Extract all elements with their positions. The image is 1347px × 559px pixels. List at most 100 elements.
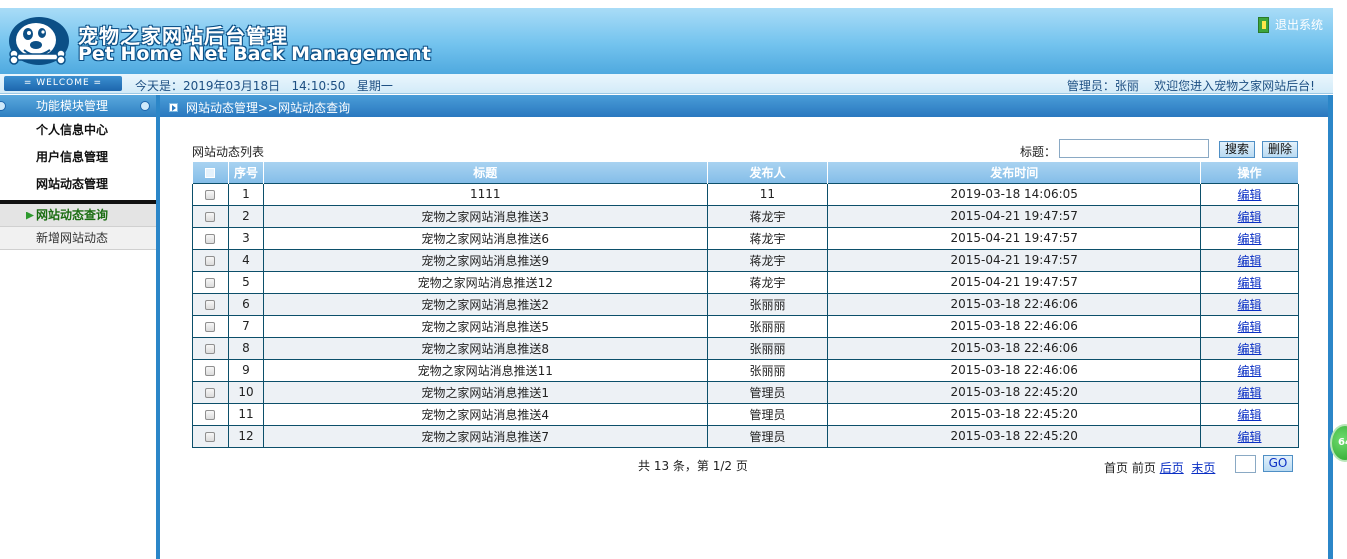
table-row: 5 宠物之家网站消息推送12 蒋龙宇 2015-04-21 19:47:57 编… <box>192 270 1299 294</box>
sidebar-item-personal-info[interactable]: 个人信息中心 <box>0 117 158 144</box>
logout-button[interactable]: 退出系统 <box>1257 16 1323 33</box>
cell-publisher: 蒋龙宇 <box>706 204 829 228</box>
title-filter-label: 标题： <box>1020 145 1057 159</box>
edit-link[interactable]: 编辑 <box>1238 254 1262 268</box>
cell-title: 宠物之家网站消息推送4 <box>262 402 708 426</box>
cell-time: 2015-03-18 22:46:06 <box>827 336 1202 360</box>
row-select-cell[interactable] <box>192 182 229 206</box>
row-checkbox[interactable] <box>205 189 216 200</box>
cell-time: 2015-04-21 19:47:57 <box>827 204 1202 228</box>
row-select-cell[interactable] <box>192 402 229 426</box>
select-all-checkbox[interactable] <box>205 167 216 178</box>
cell-time: 2015-04-21 19:47:57 <box>827 270 1202 294</box>
edit-link[interactable]: 编辑 <box>1238 210 1262 224</box>
delete-button[interactable]: 删除 <box>1262 141 1298 158</box>
prev-page-label: 前页 <box>1131 461 1156 475</box>
row-checkbox[interactable] <box>205 321 216 332</box>
edit-link[interactable]: 编辑 <box>1238 298 1262 312</box>
cell-time: 2015-04-21 19:47:57 <box>827 226 1202 250</box>
sidebar: 功能模块管理 个人信息中心 用户信息管理 网站动态管理 网站动态查询 新增网站动… <box>0 95 158 559</box>
edit-link[interactable]: 编辑 <box>1238 386 1262 400</box>
cell-time: 2015-03-18 22:45:20 <box>827 380 1202 404</box>
app-subtitle: Pet Home Net Back Management <box>78 43 431 65</box>
first-page-label: 首页 <box>1104 461 1129 475</box>
cell-action: 编辑 <box>1200 248 1299 272</box>
cell-title: 宠物之家网站消息推送5 <box>262 314 708 338</box>
page-scrollbar[interactable] <box>1333 0 1347 559</box>
select-all-header[interactable] <box>192 162 229 183</box>
cell-action: 编辑 <box>1200 380 1299 404</box>
cell-publisher: 张丽丽 <box>706 336 829 360</box>
sidebar-subitem-label: 网站动态查询 <box>36 208 109 222</box>
left-dot-icon <box>0 101 6 111</box>
row-checkbox[interactable] <box>205 299 216 310</box>
row-select-cell[interactable] <box>192 270 229 294</box>
edit-link[interactable]: 编辑 <box>1238 430 1262 444</box>
cell-action: 编辑 <box>1200 270 1299 294</box>
row-select-cell[interactable] <box>192 380 229 404</box>
sidebar-header-label: 功能模块管理 <box>36 99 109 113</box>
row-checkbox[interactable] <box>205 409 216 420</box>
row-select-cell[interactable] <box>192 336 229 360</box>
cell-action: 编辑 <box>1200 182 1299 206</box>
last-page-link[interactable]: 末页 <box>1191 461 1215 475</box>
row-checkbox[interactable] <box>205 211 216 222</box>
row-select-cell[interactable] <box>192 314 229 338</box>
cell-title: 宠物之家网站消息推送1 <box>262 380 708 404</box>
cell-title: 宠物之家网站消息推送8 <box>262 336 708 360</box>
row-select-cell[interactable] <box>192 424 229 448</box>
news-table: 序号 标题 发布人 发布时间 操作 1 1111 11 2019-03-18 1… <box>192 162 1299 448</box>
row-checkbox[interactable] <box>205 343 216 354</box>
dog-logo-icon <box>9 17 69 65</box>
search-button[interactable]: 搜索 <box>1219 141 1255 158</box>
cell-no: 10 <box>227 380 264 404</box>
sidebar-header: 功能模块管理 <box>0 95 158 117</box>
cell-no: 3 <box>227 226 264 250</box>
title-filter-input[interactable] <box>1059 139 1209 158</box>
sidebar-subitem-add-news[interactable]: 新增网站动态 <box>0 227 158 250</box>
play-arrow-icon <box>169 103 178 112</box>
column-header-time: 发布时间 <box>827 162 1202 183</box>
cell-no: 4 <box>227 248 264 272</box>
logout-link[interactable]: 退出系统 <box>1275 16 1323 33</box>
sidebar-item-news-management[interactable]: 网站动态管理 <box>0 171 158 198</box>
row-checkbox[interactable] <box>205 387 216 398</box>
edit-link[interactable]: 编辑 <box>1238 342 1262 356</box>
row-select-cell[interactable] <box>192 204 229 228</box>
sidebar-item-user-management[interactable]: 用户信息管理 <box>0 144 158 171</box>
edit-link[interactable]: 编辑 <box>1238 276 1262 290</box>
pagination-links: 首页 前页 后页 末页 <box>1104 459 1215 476</box>
app-header: 宠物之家网站后台管理 Pet Home Net Back Management … <box>0 8 1333 74</box>
go-button[interactable]: GO <box>1263 455 1293 472</box>
breadcrumb-text: 网站动态管理>>网站动态查询 <box>186 101 351 115</box>
edit-link[interactable]: 编辑 <box>1238 364 1262 378</box>
next-page-link[interactable]: 后页 <box>1160 461 1184 475</box>
cell-no: 12 <box>227 424 264 448</box>
row-checkbox[interactable] <box>205 255 216 266</box>
table-row: 12 宠物之家网站消息推送7 管理员 2015-03-18 22:45:20 编… <box>192 424 1299 448</box>
cell-no: 1 <box>227 182 264 206</box>
row-select-cell[interactable] <box>192 226 229 250</box>
cell-no: 2 <box>227 204 264 228</box>
cell-publisher: 蒋龙宇 <box>706 248 829 272</box>
row-checkbox[interactable] <box>205 233 216 244</box>
row-select-cell[interactable] <box>192 358 229 382</box>
page-number-input[interactable] <box>1235 455 1256 473</box>
cell-publisher: 张丽丽 <box>706 358 829 382</box>
table-row: 9 宠物之家网站消息推送11 张丽丽 2015-03-18 22:46:06 编… <box>192 358 1299 382</box>
row-checkbox[interactable] <box>205 431 216 442</box>
edit-link[interactable]: 编辑 <box>1238 408 1262 422</box>
cell-time: 2019-03-18 14:06:05 <box>827 182 1202 206</box>
row-select-cell[interactable] <box>192 292 229 316</box>
cell-title: 宠物之家网站消息推送6 <box>262 226 708 250</box>
row-checkbox[interactable] <box>205 277 216 288</box>
current-datetime: 今天是：2019年03月18日 14:10:50 星期一 <box>135 79 393 93</box>
row-select-cell[interactable] <box>192 248 229 272</box>
edit-link[interactable]: 编辑 <box>1238 320 1262 334</box>
cell-no: 9 <box>227 358 264 382</box>
edit-link[interactable]: 编辑 <box>1238 188 1262 202</box>
sidebar-subitem-news-query[interactable]: 网站动态查询 <box>0 204 158 227</box>
edit-link[interactable]: 编辑 <box>1238 232 1262 246</box>
table-row: 6 宠物之家网站消息推送2 张丽丽 2015-03-18 22:46:06 编辑 <box>192 292 1299 316</box>
row-checkbox[interactable] <box>205 365 216 376</box>
